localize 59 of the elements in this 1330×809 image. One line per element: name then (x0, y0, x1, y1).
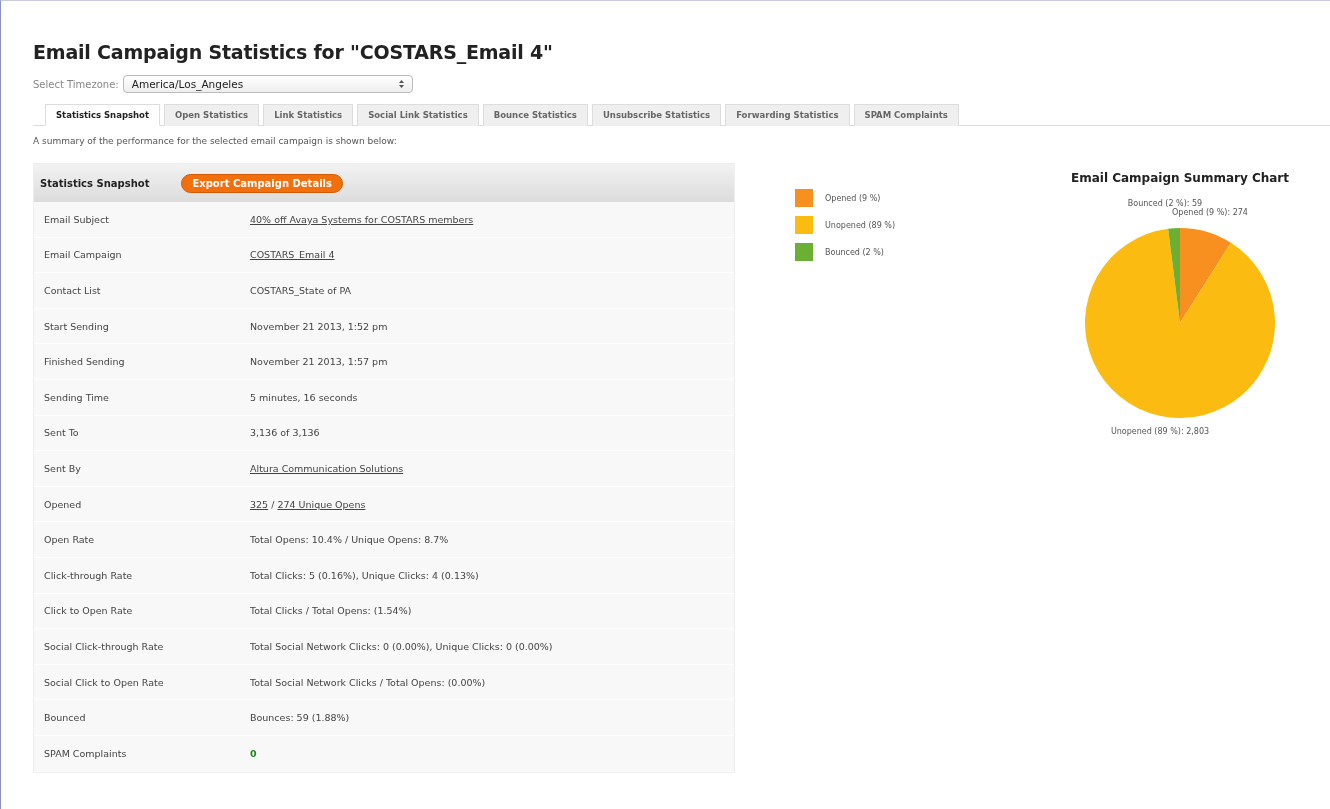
row-value: Total Social Network Clicks / Total Opens: (0.00%) (250, 676, 486, 688)
panel-heading: Statistics Snapshot (40, 177, 150, 189)
value-link[interactable]: COSTARS_Email 4 (250, 249, 335, 261)
slice-label: Opened (9 %): 274 (1172, 208, 1248, 217)
row-value: 3,136 of 3,136 (250, 427, 320, 439)
row-label: Open Rate (43, 534, 96, 546)
row-value: Total Opens: 10.4% / Unique Opens: 8.7% (250, 534, 449, 546)
tab[interactable]: Social Link Statistics (357, 104, 479, 126)
row-label: Click-through Rate (43, 569, 134, 581)
chart-title: Email Campaign Summary Chart (1070, 171, 1289, 185)
row-value: / (270, 498, 276, 510)
row-label: Start Sending (43, 320, 110, 332)
legend-swatch (795, 216, 813, 234)
timezone-label: Select Timezone: (33, 78, 119, 90)
value-link[interactable]: Altura Communication Solutions (250, 462, 404, 474)
row-value: November 21 2013, 1:57 pm (250, 356, 388, 368)
value-link[interactable]: 40% off Avaya Systems for COSTARS members (250, 213, 474, 225)
row-label: Sent By (43, 462, 82, 474)
row-label: Click to Open Rate (43, 605, 134, 617)
tab[interactable]: Open Statistics (164, 104, 260, 126)
row-label: Opened (43, 498, 83, 510)
legend-swatch (795, 189, 813, 207)
row-value: Total Clicks: 5 (0.16%), Unique Clicks: 4 (0.13%) (250, 569, 479, 581)
summary-text: A summary of the performance for the selected email campaign is shown below: (33, 136, 398, 146)
tab[interactable]: Forwarding Statistics (725, 104, 850, 126)
page-title: Email Campaign Statistics for "COSTARS_Email 4" (33, 41, 554, 63)
value-link[interactable]: 274 Unique Opens (277, 498, 366, 510)
row-value: November 21 2013, 1:52 pm (250, 320, 388, 332)
tab[interactable]: Bounce Statistics (482, 104, 588, 126)
legend-label: Opened (9 %) (825, 193, 881, 203)
row-label: SPAM Complaints (43, 747, 128, 759)
row-label: Sent To (43, 427, 80, 439)
row-value: 0 (250, 747, 257, 759)
row-label: Email Campaign (43, 249, 123, 261)
slice-label: Unopened (89 %): 2,803 (1110, 427, 1210, 436)
tab[interactable]: SPAM Complaints (853, 104, 959, 126)
export-button[interactable]: Export Campaign Details (181, 173, 343, 193)
row-value: Bounces: 59 (1.88%) (250, 712, 350, 724)
row-value: COSTARS_State of PA (250, 285, 352, 296)
timezone-select[interactable]: America/Los_Angeles (122, 75, 413, 93)
tab[interactable]: Statistics Snapshot (45, 104, 160, 126)
legend-swatch (795, 243, 813, 261)
tab[interactable]: Unsubscribe Statistics (591, 104, 722, 126)
row-label: Contact List (43, 285, 102, 296)
row-label: Social Click to Open Rate (43, 676, 165, 688)
legend-label: Unopened (89 %) (825, 220, 895, 230)
row-label: Email Subject (43, 213, 110, 225)
stepper-icon (398, 80, 404, 88)
row-label: Sending Time (43, 391, 110, 403)
legend-label: Bounced (2 %) (825, 247, 884, 257)
row-label: Finished Sending (43, 356, 126, 368)
row-label: Bounced (43, 712, 87, 724)
row-value: Total Clicks / Total Opens: (1.54%) (250, 605, 412, 617)
tab[interactable]: Link Statistics (263, 104, 354, 126)
row-label: Social Click-through Rate (43, 640, 165, 652)
row-value: Total Social Network Clicks: 0 (0.00%), Unique Clicks: 0 (0.00%) (250, 640, 553, 652)
row-value: 5 minutes, 16 seconds (250, 391, 358, 403)
value-link[interactable]: 325 (250, 498, 269, 510)
slice-label: Bounced (2 %): 59 (1127, 199, 1203, 208)
